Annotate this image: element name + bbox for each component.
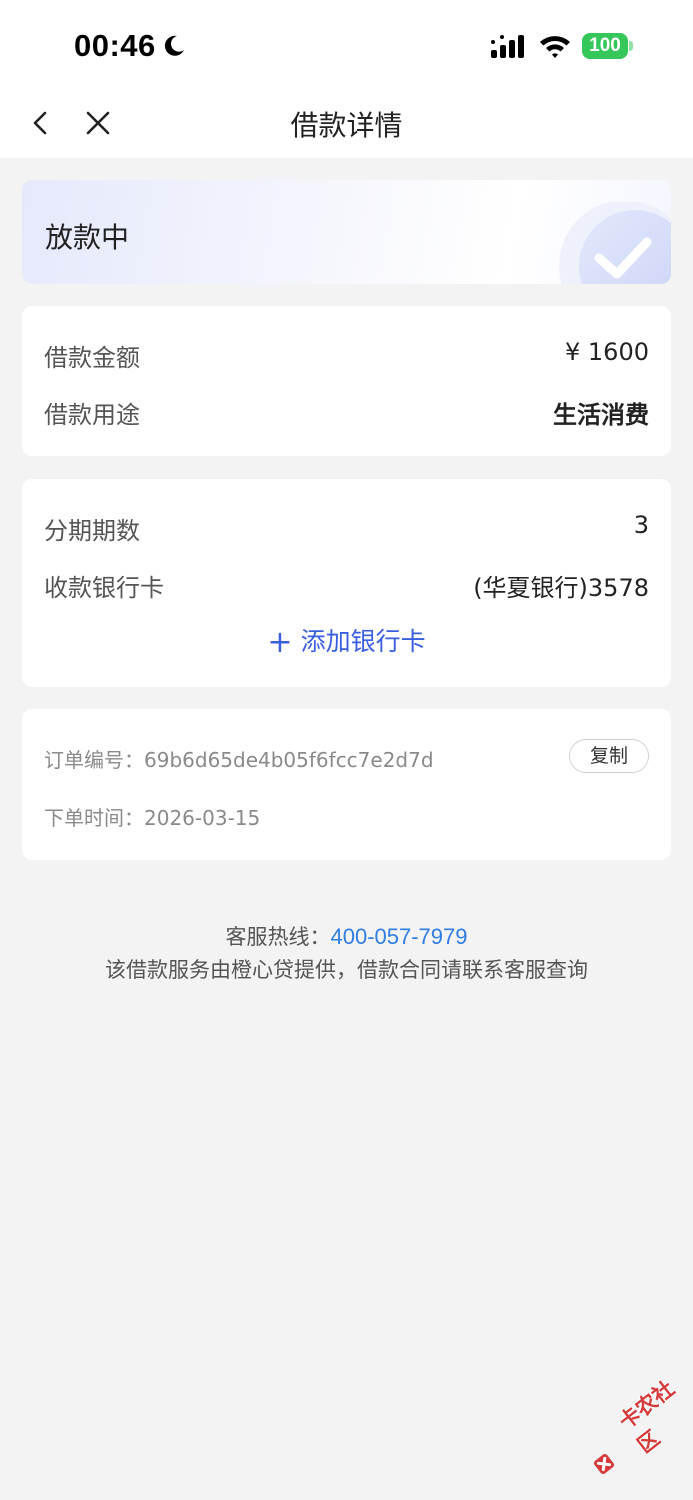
amount-value: ¥ 1600: [565, 338, 649, 366]
order-number-row: 订单编号：69b6d65de4b05f6fcc7e2d7d: [44, 744, 434, 773]
bank-label: 收款银行卡: [44, 574, 164, 602]
wifi-icon: [540, 36, 570, 58]
check-icon: [559, 202, 671, 284]
plus-icon: +: [267, 625, 293, 660]
status-time: 00:46: [74, 28, 156, 63]
hotline-row: 客服热线：400-057-7979: [0, 921, 693, 951]
service-notice: 该借款服务由橙心贷提供，借款合同请联系客服查询: [105, 958, 588, 982]
add-bank-card-label: 添加银行卡: [300, 627, 426, 656]
order-time-value: 2026-03-15: [144, 806, 261, 830]
loan-info-card: 借款金额 ¥ 1600 借款用途 生活消费: [22, 306, 671, 456]
signal-icon: [491, 35, 524, 58]
nav-bar: 借款详情: [0, 90, 693, 158]
order-number-label: 订单编号：: [44, 748, 144, 772]
order-time-row: 下单时间：2026-03-15: [44, 802, 260, 831]
periods-label: 分期期数: [44, 517, 140, 545]
bank-value: (华夏银行)3578: [473, 574, 649, 602]
loan-status-card: 放款中: [22, 180, 671, 284]
loan-status-text: 放款中: [45, 221, 130, 254]
periods-value: 3: [633, 511, 649, 539]
order-time-label: 下单时间：: [44, 806, 144, 830]
battery-icon: 100: [582, 33, 628, 59]
moon-icon: [164, 35, 184, 56]
hotline-label: 客服热线：: [225, 925, 331, 949]
status-bar: 00:46 100: [0, 0, 693, 90]
purpose-label: 借款用途: [44, 401, 140, 429]
order-card: 订单编号：69b6d65de4b05f6fcc7e2d7d 复制 下单时间：20…: [22, 709, 671, 860]
purpose-value: 生活消费: [553, 401, 649, 429]
battery-nub: [629, 41, 633, 51]
order-number-value: 69b6d65de4b05f6fcc7e2d7d: [144, 748, 434, 772]
add-bank-card-button[interactable]: + 添加银行卡: [22, 622, 671, 660]
hotline-number-link[interactable]: 400-057-7979: [330, 924, 467, 949]
amount-label: 借款金额: [44, 344, 140, 372]
copy-button[interactable]: 复制: [569, 739, 649, 773]
page-title: 借款详情: [290, 109, 403, 142]
installment-card: 分期期数 3 收款银行卡 (华夏银行)3578 + 添加银行卡: [22, 479, 671, 687]
